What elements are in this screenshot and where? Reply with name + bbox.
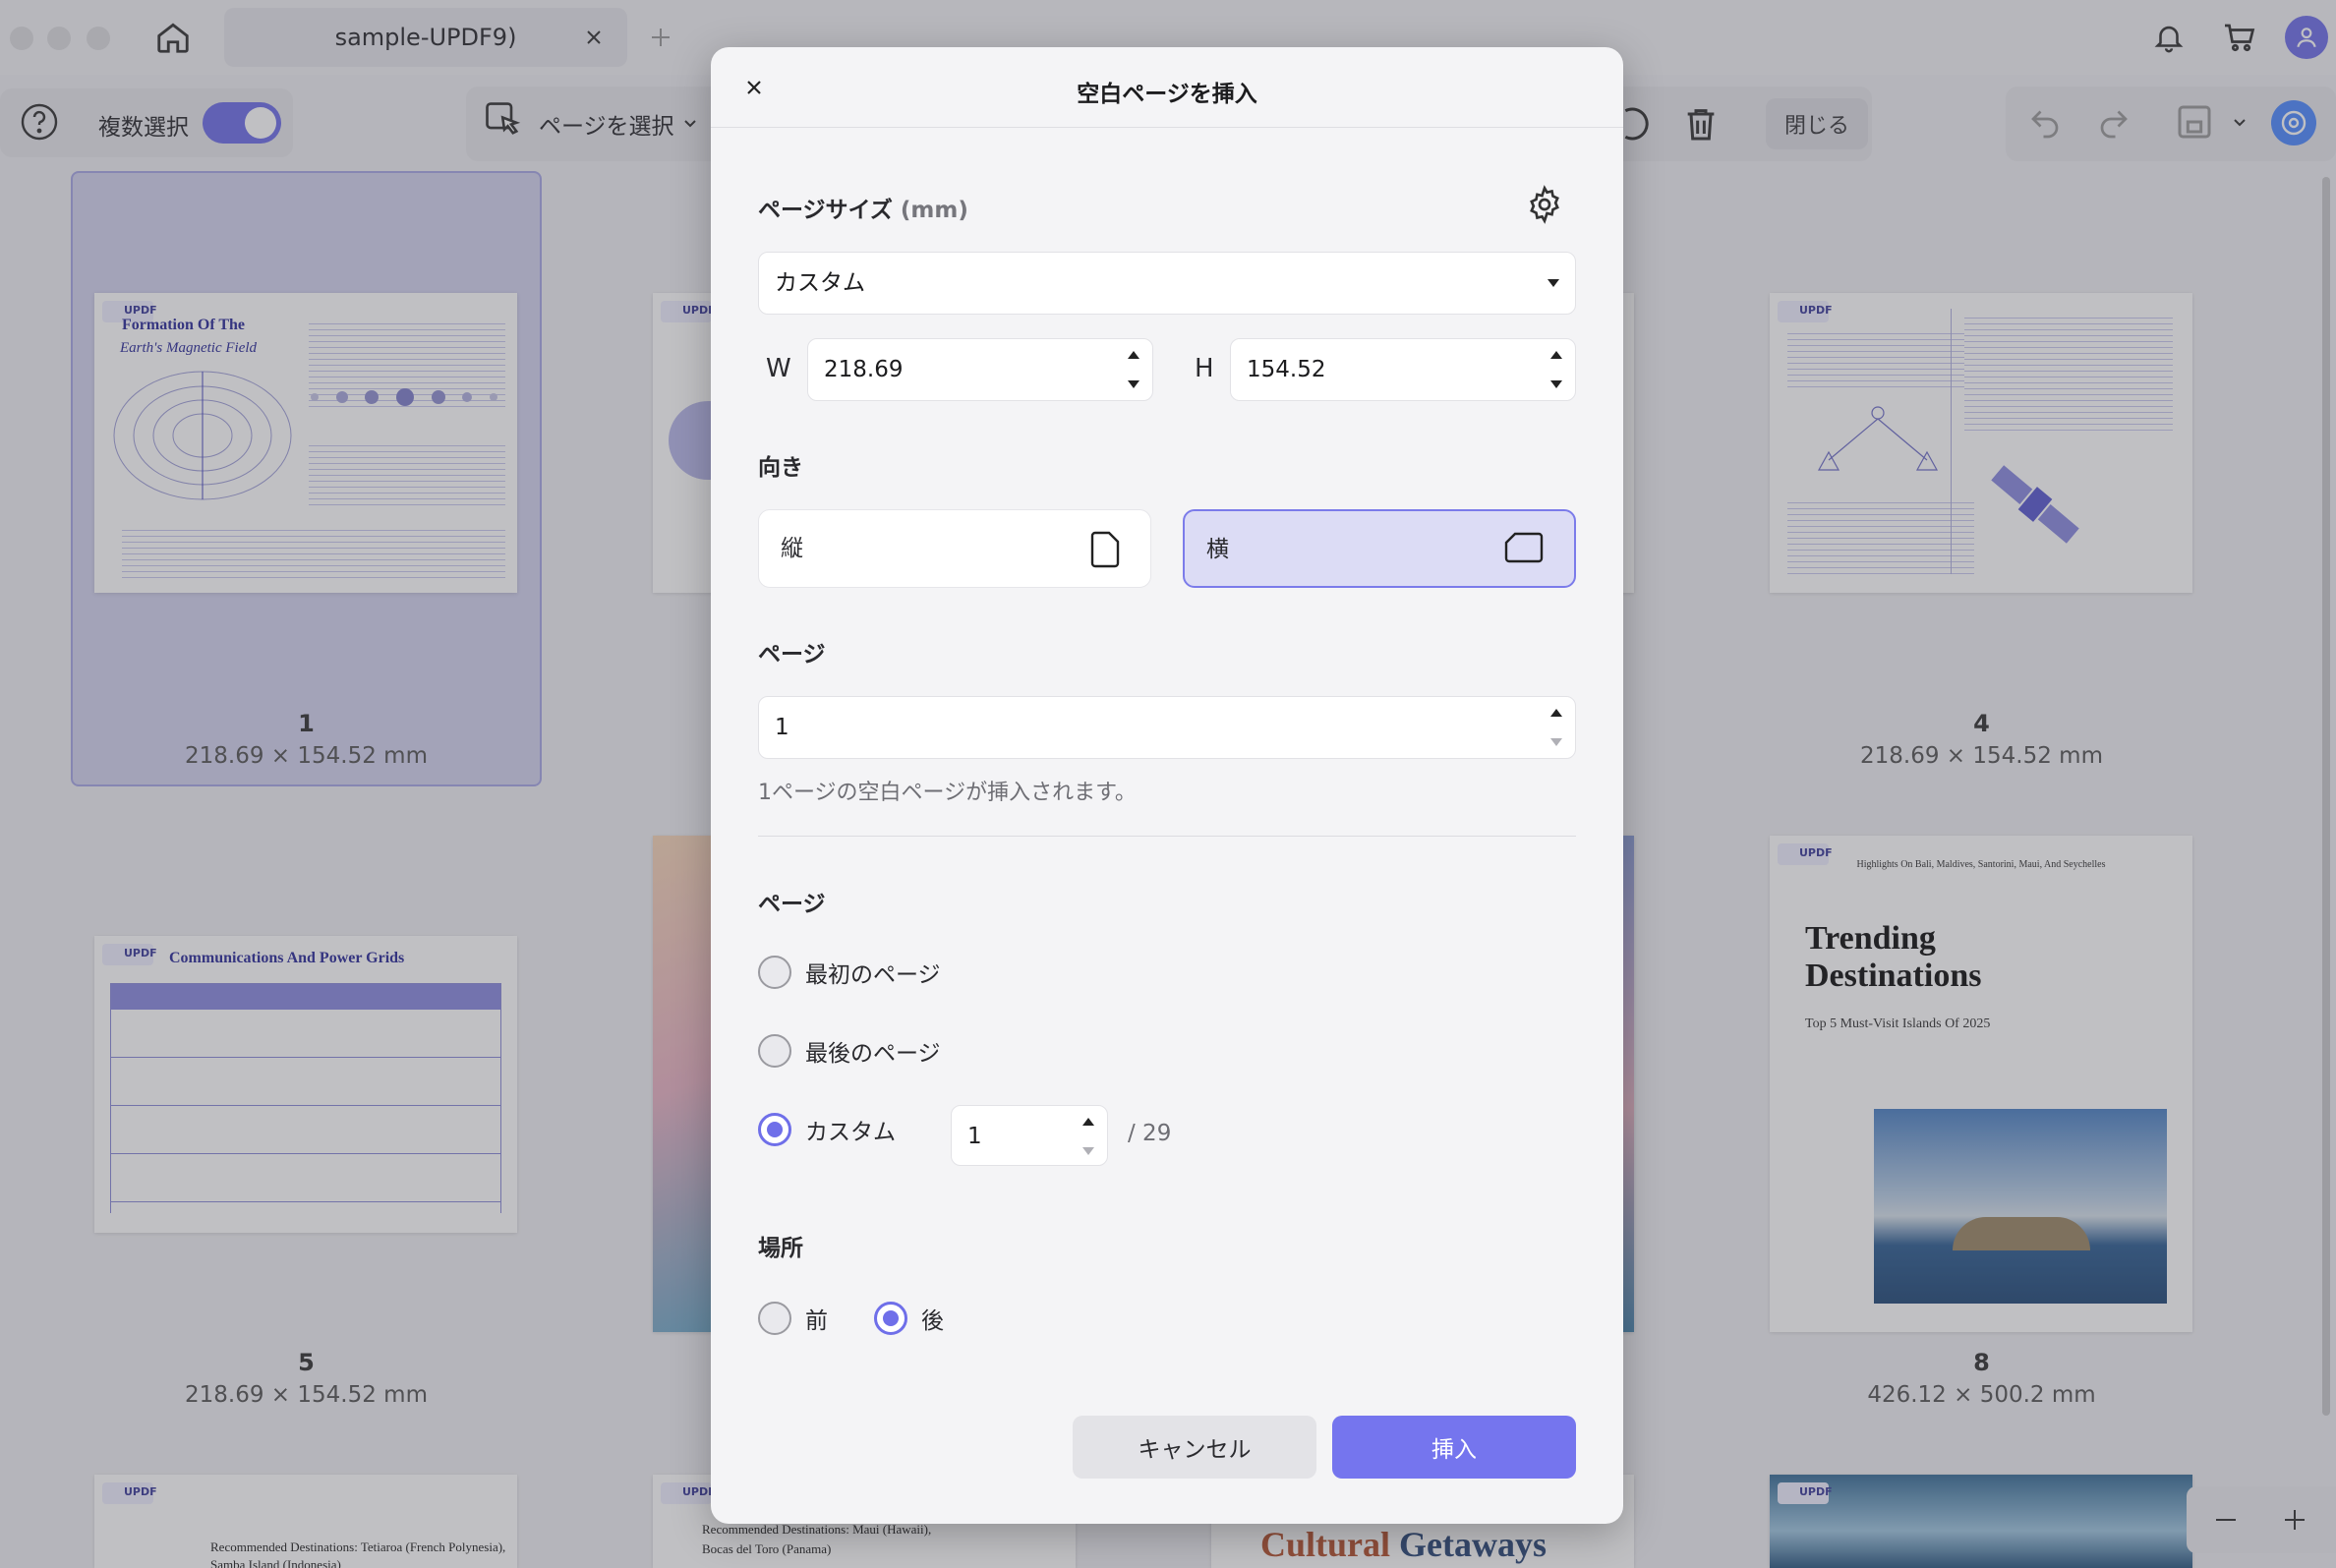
cancel-button[interactable]: キャンセル (1073, 1416, 1316, 1479)
before-label: 前 (805, 1308, 828, 1334)
last-page-label: 最後のページ (805, 1041, 941, 1067)
portrait-label: 縦 (781, 536, 803, 561)
first-page-label: 最初のページ (805, 962, 941, 988)
width-value: 218.69 (824, 357, 904, 382)
gear-icon[interactable] (1523, 183, 1566, 226)
position-label: ページ (758, 892, 826, 917)
insert-button[interactable]: 挿入 (1332, 1416, 1576, 1479)
height-value: 154.52 (1247, 357, 1326, 382)
page-count-input[interactable]: 1 (758, 696, 1576, 759)
page-size-select[interactable]: カスタム (758, 252, 1576, 315)
radio-button-selected[interactable] (758, 1113, 791, 1146)
landscape-label: 横 (1206, 537, 1229, 562)
before-option[interactable]: 前 (758, 1302, 828, 1335)
page-size-label: ページサイズ (758, 198, 893, 223)
radio-button[interactable] (758, 1034, 791, 1068)
dropdown-arrow-icon (1548, 279, 1559, 287)
insert-blank-page-dialog: 空白ページを挿入 ページサイズ (mm) カスタム W 218.69 H 154… (711, 47, 1623, 1524)
after-option[interactable]: 後 (874, 1302, 944, 1335)
custom-page-stepper[interactable] (1081, 1118, 1095, 1155)
page-size-heading: ページサイズ (mm) (758, 191, 968, 224)
custom-page-option[interactable]: カスタム (758, 1113, 896, 1146)
first-page-option[interactable]: 最初のページ (758, 956, 941, 989)
total-pages: / 29 (1128, 1121, 1172, 1146)
height-label: H (1195, 354, 1214, 383)
last-page-option[interactable]: 最後のページ (758, 1034, 941, 1068)
dialog-title: 空白ページを挿入 (1077, 82, 1257, 107)
radio-button-selected[interactable] (874, 1302, 907, 1335)
width-stepper[interactable] (1127, 351, 1140, 388)
landscape-option[interactable]: 横 (1183, 509, 1576, 588)
custom-label: カスタム (805, 1120, 896, 1145)
location-label: 場所 (758, 1236, 803, 1261)
page-size-unit: (mm) (900, 198, 968, 223)
landscape-page-icon (1503, 531, 1545, 568)
width-label: W (766, 354, 791, 383)
portrait-page-icon (1089, 530, 1121, 573)
orientation-label: 向き (758, 455, 803, 481)
radio-button[interactable] (758, 1302, 791, 1335)
custom-page-value: 1 (967, 1124, 982, 1149)
insert-hint: 1ページの空白ページが挿入されます。 (758, 781, 1137, 805)
divider (758, 836, 1576, 837)
radio-button[interactable] (758, 956, 791, 989)
page-count-stepper[interactable] (1549, 709, 1563, 746)
page-count-value: 1 (775, 715, 789, 740)
page-size-select-value: カスタム (775, 270, 865, 296)
height-input[interactable]: 154.52 (1230, 338, 1576, 401)
height-stepper[interactable] (1549, 351, 1563, 388)
after-label: 後 (921, 1308, 944, 1334)
custom-page-input[interactable]: 1 (951, 1105, 1108, 1166)
dialog-header: 空白ページを挿入 (711, 47, 1623, 128)
width-input[interactable]: 218.69 (807, 338, 1153, 401)
pages-label: ページ (758, 642, 826, 668)
portrait-option[interactable]: 縦 (758, 509, 1151, 588)
